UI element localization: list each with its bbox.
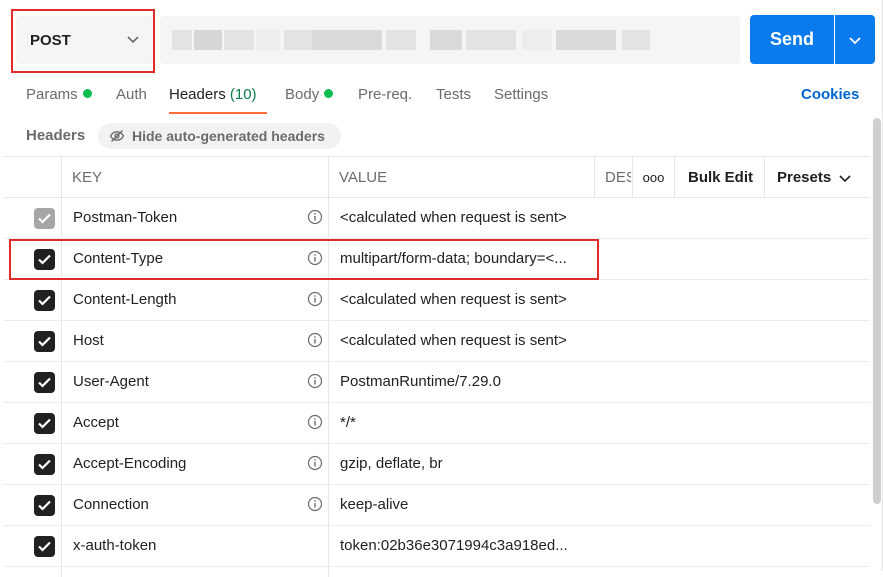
row-checkbox[interactable] (34, 331, 55, 352)
tab-prerequest-label: Pre-req. (358, 86, 413, 103)
info-icon[interactable] (307, 373, 323, 389)
header-key: User-Agent (73, 373, 149, 390)
row-checkbox[interactable] (34, 454, 55, 475)
vertical-scrollbar[interactable] (873, 118, 881, 504)
tab-auth-label: Auth (116, 86, 147, 103)
table-row: Accept */* (4, 403, 870, 444)
row-checkbox[interactable] (34, 372, 55, 393)
header-value[interactable]: keep-alive (340, 496, 408, 513)
header-key: Postman-Token (73, 209, 178, 226)
row-checkbox (34, 208, 55, 229)
headers-section-label: Headers (26, 127, 86, 144)
tab-tests[interactable]: Tests (436, 86, 471, 103)
send-button[interactable]: Send (750, 15, 834, 64)
info-icon[interactable] (307, 209, 323, 225)
redacted-block (194, 30, 222, 50)
header-value[interactable]: */* (340, 414, 356, 431)
hide-auto-headers-label: Hide auto-generated headers (132, 128, 325, 144)
tab-headers-label: Headers (169, 86, 226, 103)
table-row: x-auth-token token:02b36e3071994c3a918ed… (4, 526, 870, 567)
header-value[interactable]: <calculated when request is sent> (340, 209, 567, 226)
row-checkbox[interactable] (34, 536, 55, 557)
redacted-block (522, 30, 552, 50)
bulk-edit-button[interactable]: Bulk Edit (688, 157, 753, 198)
check-icon (38, 377, 51, 388)
check-icon (38, 336, 51, 347)
header-key: Host (73, 332, 104, 349)
redacted-block (430, 30, 462, 50)
header-value[interactable]: <calculated when request is sent> (340, 332, 567, 349)
header-value[interactable]: PostmanRuntime/7.29.0 (340, 373, 501, 390)
tab-settings[interactable]: Settings (494, 86, 548, 103)
check-icon (38, 418, 51, 429)
info-icon[interactable] (307, 291, 323, 307)
cookies-link[interactable]: Cookies (801, 86, 859, 103)
eye-off-icon (109, 130, 125, 142)
header-value[interactable]: <calculated when request is sent> (340, 291, 567, 308)
row-checkbox[interactable] (34, 495, 55, 516)
header-value[interactable]: gzip, deflate, br (340, 455, 443, 472)
info-icon[interactable] (307, 332, 323, 348)
info-icon[interactable] (307, 414, 323, 430)
check-icon (38, 295, 51, 306)
tab-body[interactable]: Body (285, 86, 334, 103)
tab-params-label: Params (26, 86, 78, 103)
check-icon (38, 500, 51, 511)
redacted-block (312, 30, 382, 50)
table-row: Content-Length <calculated when request … (4, 280, 870, 321)
redacted-block (224, 30, 254, 50)
column-header-key: KEY (72, 169, 103, 186)
check-icon (38, 541, 51, 552)
info-icon[interactable] (307, 496, 323, 512)
header-key[interactable]: x-auth-token (73, 537, 156, 554)
status-dot (82, 89, 92, 98)
table-row: Host <calculated when request is sent> (4, 321, 870, 362)
table-row: Connection keep-alive (4, 485, 870, 526)
chevron-down-icon (849, 37, 861, 45)
url-input[interactable] (160, 16, 740, 64)
info-icon[interactable] (307, 455, 323, 471)
column-header-value: VALUE (339, 169, 388, 186)
redacted-block (256, 30, 280, 50)
status-dot (324, 89, 334, 98)
tab-headers[interactable]: Headers (10) (169, 86, 257, 103)
header-key: Accept-Encoding (73, 455, 187, 472)
annotation-highlight-content-type (9, 239, 599, 280)
more-options-button[interactable]: ooo (633, 157, 674, 198)
row-checkbox[interactable] (34, 413, 55, 434)
check-icon (38, 213, 51, 224)
tab-settings-label: Settings (494, 86, 549, 103)
tab-body-label: Body (285, 86, 320, 103)
active-tab-indicator (169, 112, 267, 114)
row-checkbox[interactable] (34, 290, 55, 311)
header-key: Connection (73, 496, 149, 513)
presets-label: Presets (777, 169, 832, 186)
tab-tests-label: Tests (436, 86, 472, 103)
table-row: User-Agent PostmanRuntime/7.29.0 (4, 362, 870, 403)
presets-dropdown[interactable]: Presets (777, 157, 853, 198)
chevron-down-icon (839, 174, 851, 182)
redacted-block (386, 30, 416, 50)
tab-auth[interactable]: Auth (116, 86, 147, 103)
header-key: Content-Length (73, 291, 177, 308)
header-key: Accept (73, 414, 119, 431)
headers-table: KEY VALUE DESC ooo Bulk Edit Presets Pos… (4, 156, 870, 577)
redacted-block (622, 30, 650, 50)
send-options-button[interactable] (835, 15, 875, 64)
tab-headers-count: (10) (229, 86, 257, 103)
header-value[interactable]: token:02b36e3071994c3a918ed... (340, 537, 568, 554)
tab-params[interactable]: Params (26, 86, 92, 103)
redacted-block (172, 30, 192, 50)
redacted-block (466, 30, 516, 50)
redacted-block (556, 30, 616, 50)
annotation-highlight-method (11, 9, 155, 73)
tab-prerequest[interactable]: Pre-req. (358, 86, 412, 103)
column-header-description: DESC (605, 169, 631, 186)
table-row: Postman-Token <calculated when request i… (4, 198, 870, 239)
send-label: Send (769, 29, 814, 49)
table-row: Accept-Encoding gzip, deflate, br (4, 444, 870, 485)
hide-auto-headers-button[interactable]: Hide auto-generated headers (98, 123, 341, 149)
check-icon (38, 459, 51, 470)
